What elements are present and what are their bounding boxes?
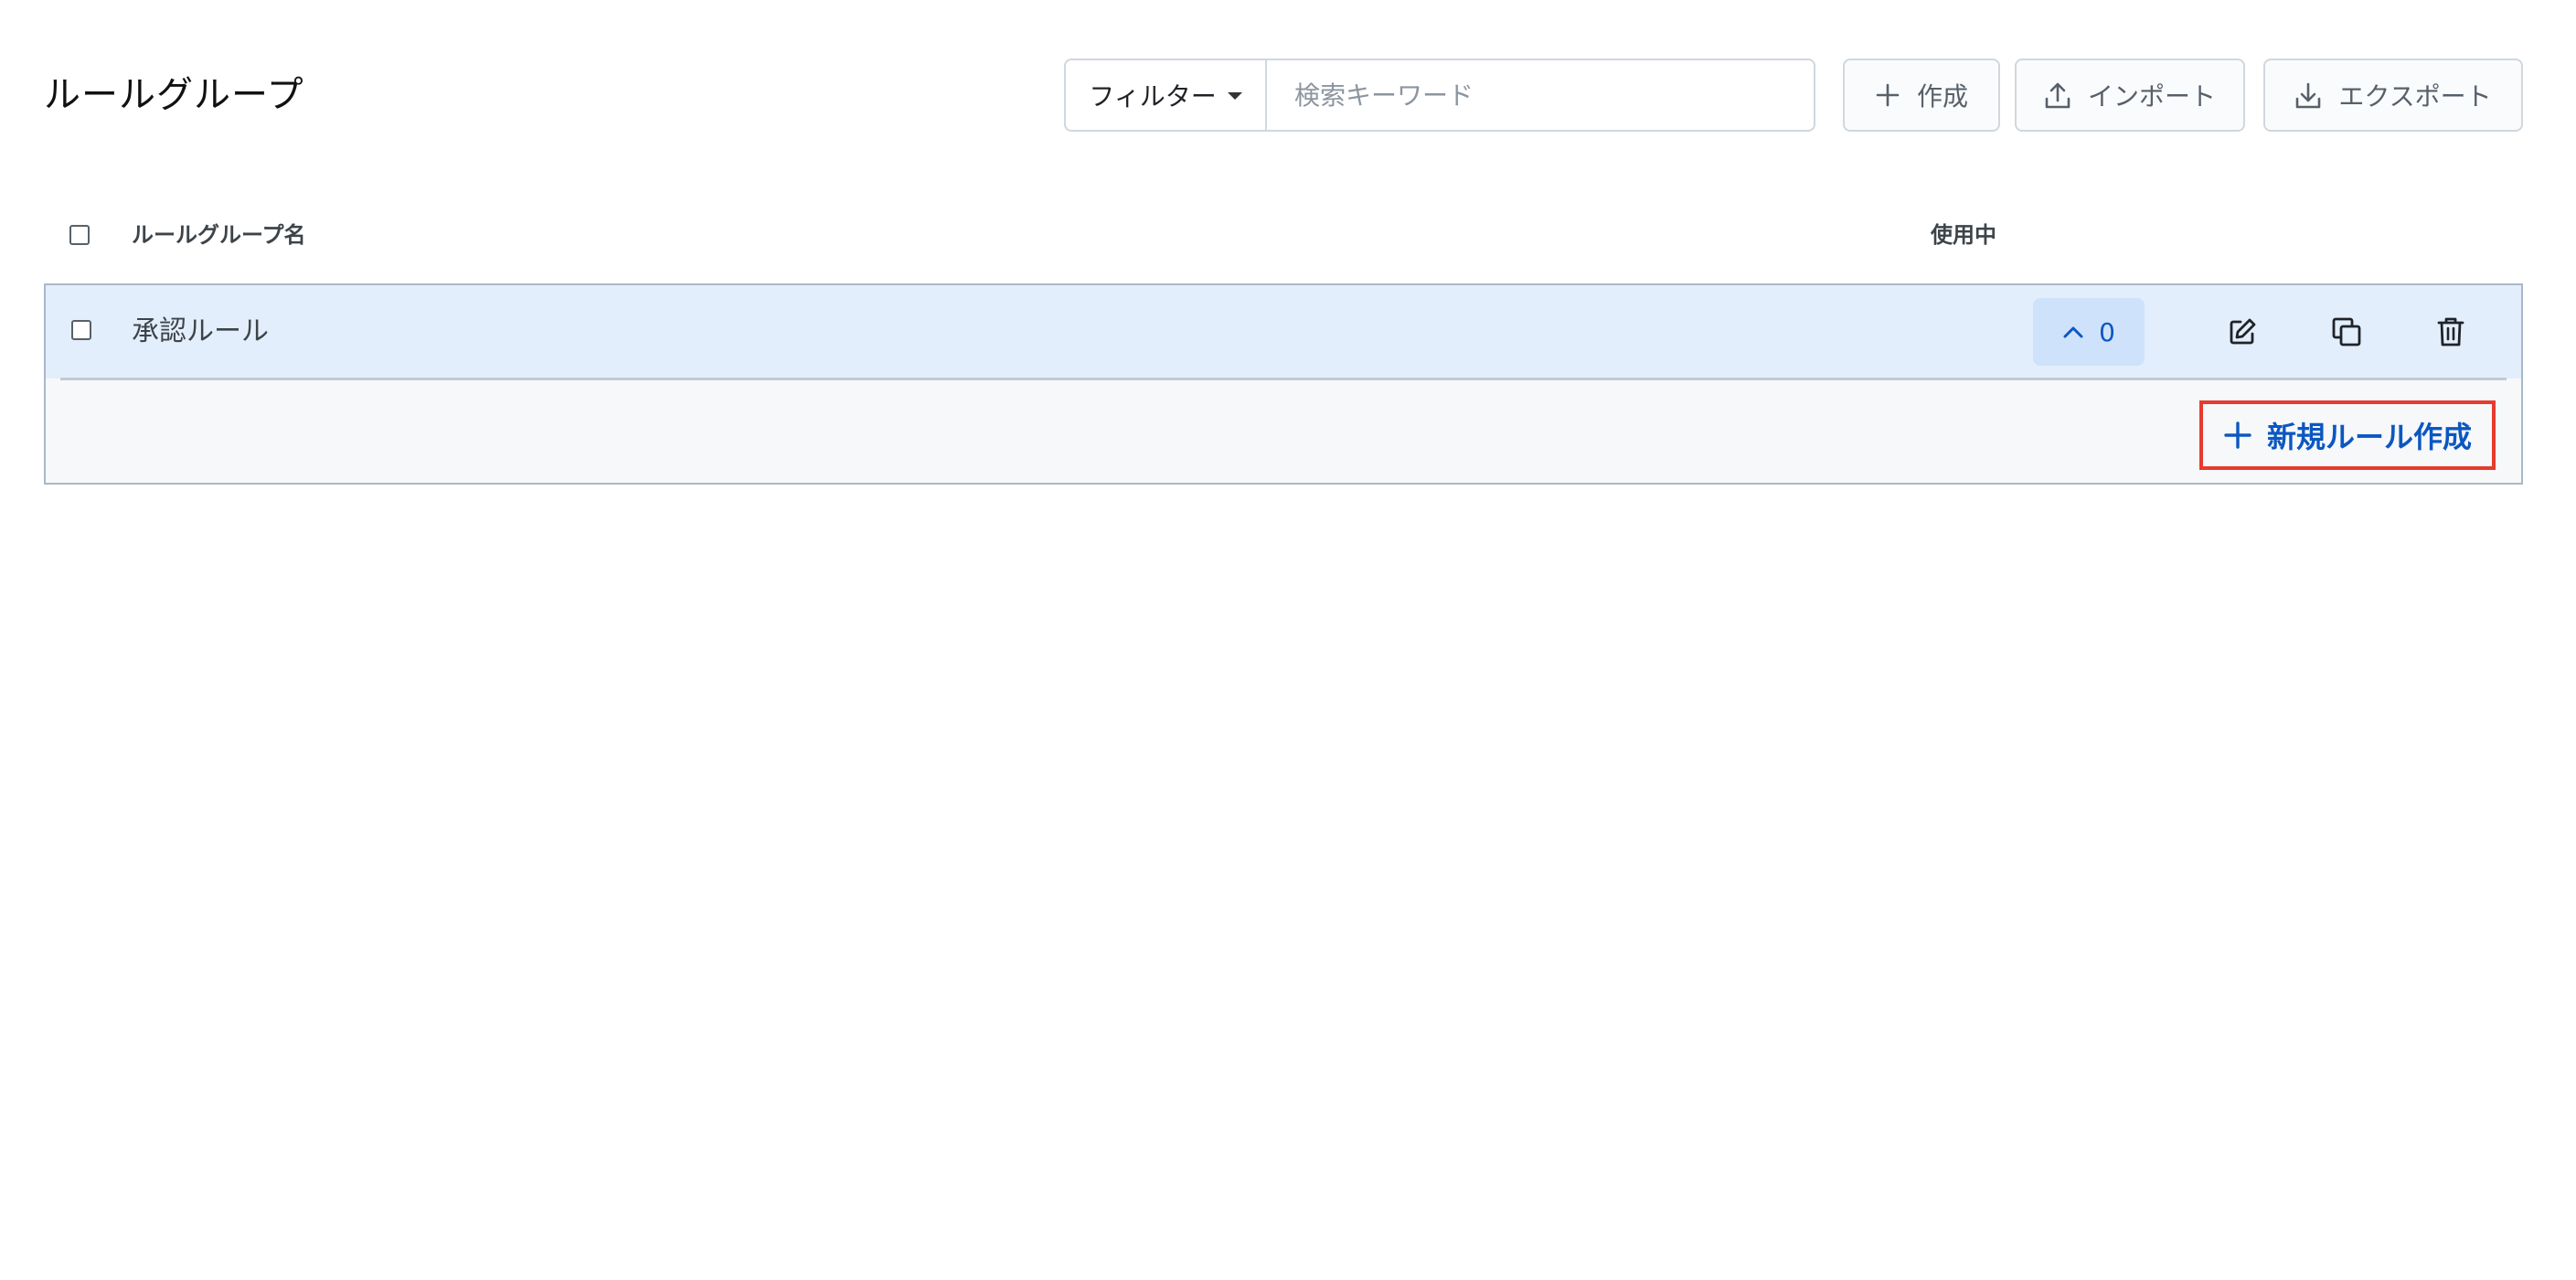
row-divider <box>60 378 2507 380</box>
delete-button[interactable] <box>2426 307 2475 357</box>
rule-group-page: ルールグループ フィルター 作成 インポート エクスポート ルールグループ名 使… <box>0 0 2576 1280</box>
column-header-name[interactable]: ルールグループ名 <box>132 219 306 251</box>
export-button[interactable]: エクスポート <box>2263 59 2523 132</box>
plus-icon <box>2224 421 2251 449</box>
row-checkbox[interactable] <box>71 320 91 340</box>
page-title: ルールグループ <box>44 74 304 116</box>
caret-down-icon <box>1227 92 1242 100</box>
search-input[interactable] <box>1267 60 1814 130</box>
rule-group-table: 承認ルール 0 新規ルール作成 <box>44 283 2523 485</box>
in-use-toggle-button[interactable]: 0 <box>2033 298 2145 366</box>
select-all-checkbox[interactable] <box>69 225 90 245</box>
new-rule-label: 新規ルール作成 <box>2266 420 2472 454</box>
rule-group-name: 承認ルール <box>132 315 269 347</box>
edit-button[interactable] <box>2218 307 2267 357</box>
import-button-label: インポート <box>2087 81 2216 112</box>
table-row[interactable]: 承認ルール 0 <box>46 285 2521 379</box>
edit-icon <box>2230 318 2256 345</box>
import-button[interactable]: インポート <box>2015 59 2245 132</box>
new-rule-button[interactable]: 新規ルール作成 <box>2199 400 2496 470</box>
create-button[interactable]: 作成 <box>1843 59 2000 132</box>
upload-icon <box>2045 82 2070 109</box>
plus-icon <box>1876 83 1900 107</box>
trash-icon <box>2437 317 2464 347</box>
column-header-in-use[interactable]: 使用中 <box>1931 219 1996 251</box>
filter-dropdown[interactable]: フィルター <box>1066 60 1267 130</box>
export-button-label: エクスポート <box>2338 81 2492 112</box>
create-button-label: 作成 <box>1916 81 1968 112</box>
chevron-up-icon <box>2063 326 2083 338</box>
search-bar: フィルター <box>1064 59 1815 132</box>
in-use-count: 0 <box>2099 316 2115 347</box>
copy-button[interactable] <box>2322 307 2371 357</box>
download-icon <box>2296 82 2321 109</box>
filter-label: フィルター <box>1089 81 1217 112</box>
copy-icon <box>2332 317 2361 347</box>
